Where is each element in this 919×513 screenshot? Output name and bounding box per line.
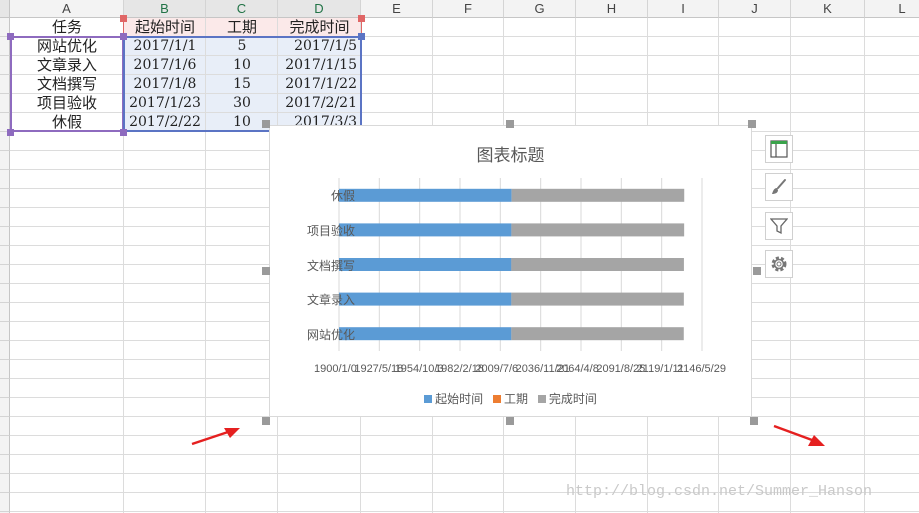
category-range-outline	[10, 36, 124, 132]
range-resize-handle[interactable]	[120, 129, 127, 136]
row-header[interactable]	[0, 75, 10, 94]
gear-icon	[771, 256, 787, 272]
chart-resize-handle[interactable]	[262, 417, 270, 425]
chart-filters-button[interactable]	[765, 212, 793, 240]
values-range-outline	[123, 36, 362, 132]
y-tick-label: 休假	[330, 189, 355, 204]
range-resize-handle[interactable]	[7, 129, 14, 136]
row-header[interactable]	[0, 474, 10, 493]
range-resize-handle[interactable]	[120, 33, 127, 40]
legend-label: 起始时间	[435, 392, 484, 406]
row-header[interactable]	[0, 303, 10, 322]
bar-end[interactable]	[511, 188, 685, 202]
bar-start[interactable]	[339, 327, 512, 341]
column-header-i[interactable]: I	[648, 0, 719, 18]
legend-entry: 起始时间	[424, 390, 483, 407]
bar-end[interactable]	[511, 258, 684, 271]
chart-resize-handle[interactable]	[748, 120, 756, 128]
chart-resize-handle[interactable]	[506, 120, 514, 128]
y-tick-label: 文章录入	[306, 293, 355, 308]
gridline	[10, 473, 919, 474]
chart-resize-handle[interactable]	[753, 267, 761, 275]
row-header[interactable]	[0, 455, 10, 474]
row-header[interactable]	[0, 208, 10, 227]
legend-swatch	[537, 395, 546, 403]
column-header-e[interactable]: E	[361, 0, 433, 18]
column-header-j[interactable]: J	[719, 0, 791, 18]
column-header-g[interactable]: G	[504, 0, 576, 18]
row-header[interactable]	[0, 56, 10, 75]
y-tick-label: 项目验收	[306, 223, 355, 238]
y-tick-label: 文档撰写	[306, 258, 355, 273]
bar-start[interactable]	[339, 292, 512, 306]
legend-entry: 工期	[492, 390, 528, 407]
chart-resize-handle[interactable]	[262, 120, 270, 128]
chart-resize-handle[interactable]	[750, 417, 758, 425]
filter-icon	[770, 218, 788, 235]
row-header[interactable]	[0, 227, 10, 246]
bar-start[interactable]	[339, 258, 512, 271]
legend-label: 完成时间	[548, 392, 597, 406]
series-name-range-outline	[123, 17, 362, 37]
bar-end[interactable]	[511, 327, 684, 341]
range-resize-handle[interactable]	[7, 33, 14, 40]
column-header-a[interactable]: A	[10, 0, 124, 18]
x-tick-label: 1900/1/0	[314, 363, 357, 375]
column-header-k[interactable]: K	[791, 0, 865, 18]
legend-label: 工期	[503, 392, 528, 406]
chart-area[interactable]: 图表标题 网站优化 文章录入 文档撰写 项目验收 休假 1900/1/0 1927/5/1…	[269, 125, 752, 417]
row-header[interactable]	[0, 379, 10, 398]
row-header[interactable]	[0, 398, 10, 417]
row-header[interactable]	[0, 341, 10, 360]
row-header[interactable]	[0, 94, 10, 113]
column-header-f[interactable]: F	[433, 0, 504, 18]
row-header[interactable]	[0, 189, 10, 208]
row-header[interactable]	[0, 170, 10, 189]
spreadsheet[interactable]: ABCDEFGHIJKL 任务 起始时间 工期 完成时间 网站优化 2017/1…	[0, 0, 919, 513]
chart-styles-button[interactable]	[765, 173, 793, 201]
chart-resize-handle[interactable]	[506, 417, 514, 425]
chart-settings-button[interactable]	[765, 250, 793, 278]
legend-swatch	[424, 395, 433, 403]
range-resize-handle[interactable]	[120, 15, 127, 22]
row-header[interactable]	[0, 322, 10, 341]
layout-icon	[770, 140, 788, 158]
legend-swatch	[492, 395, 501, 403]
x-tick-label: 2146/5/29	[677, 363, 726, 375]
chart-elements-button[interactable]	[765, 135, 793, 163]
row-header[interactable]	[0, 493, 10, 512]
bar-end[interactable]	[511, 292, 684, 306]
range-resize-handle[interactable]	[358, 33, 365, 40]
x-tick-label: 2064/4/8	[556, 363, 599, 375]
row-header[interactable]	[0, 417, 10, 436]
row-header[interactable]	[0, 265, 10, 284]
row-header[interactable]	[0, 436, 10, 455]
bar-end[interactable]	[511, 223, 685, 237]
column-header-c[interactable]: C	[206, 0, 278, 18]
column-header-d[interactable]: D	[278, 0, 361, 18]
row-header[interactable]	[0, 151, 10, 170]
annotation-arrow-left	[191, 428, 240, 446]
row-header[interactable]	[0, 246, 10, 265]
watermark-text: http://blog.csdn.net/Summer_Hanson	[566, 483, 873, 500]
bar-start[interactable]	[339, 223, 512, 237]
y-tick-label: 网站优化	[306, 327, 355, 342]
column-header-b[interactable]: B	[124, 0, 206, 18]
chart-legend[interactable]: 起始时间 工期 完成时间	[270, 390, 751, 407]
header-cell-task[interactable]: 任务	[10, 18, 124, 37]
column-header-l[interactable]: L	[865, 0, 919, 18]
x-tick-label: 2009/7/6	[475, 363, 519, 375]
row-header[interactable]	[0, 360, 10, 379]
brush-icon	[772, 179, 786, 194]
gridline	[10, 511, 919, 512]
gridline	[10, 454, 919, 455]
range-resize-handle[interactable]	[358, 15, 365, 22]
select-all-corner[interactable]	[0, 0, 10, 18]
chart-resize-handle[interactable]	[262, 267, 270, 275]
row-header[interactable]	[0, 284, 10, 303]
annotation-arrow-right	[773, 424, 825, 446]
legend-entry: 完成时间	[537, 390, 597, 407]
column-header-h[interactable]: H	[576, 0, 648, 18]
bar-start[interactable]	[339, 188, 512, 202]
